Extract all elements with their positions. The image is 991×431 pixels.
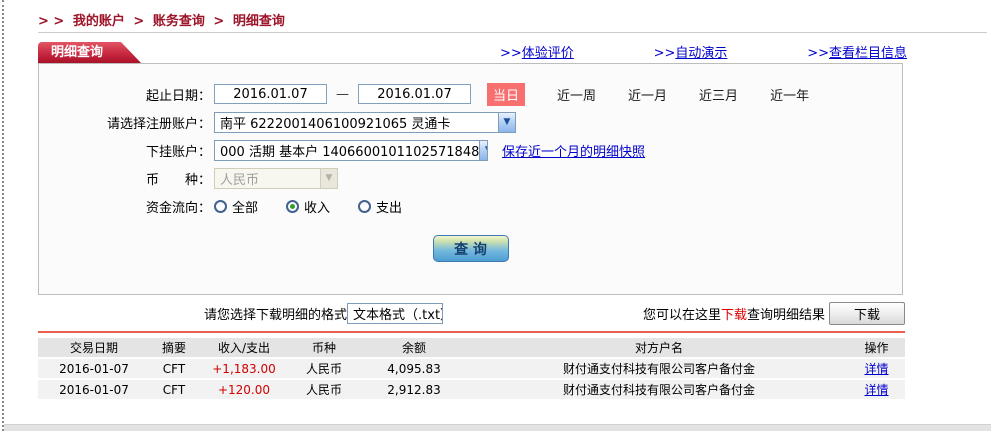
tab-detail-query[interactable]: 明细查询 [38, 42, 142, 64]
header-amount: 收入/支出 [198, 338, 290, 357]
date-to-input[interactable] [358, 84, 471, 104]
table-row: 2016-01-07 CFT +120.00 人民币 2,912.83 财付通支… [38, 380, 905, 399]
quick-range-month-link[interactable]: 近一月 [628, 85, 667, 104]
quick-range-week-link[interactable]: 近一周 [557, 85, 596, 104]
experience-review-link[interactable]: >>体验评价 [500, 42, 574, 61]
currency-select-disabled: 人民币 ▼ [214, 168, 338, 189]
header-action: 操作 [848, 338, 905, 357]
registered-account-value: 南平 6222001406100921065 灵通卡 [220, 113, 450, 132]
header-balance: 余额 [358, 338, 470, 357]
breadcrumb-item-my-account[interactable]: 我的账户 [73, 14, 125, 29]
table-top-separator [38, 331, 905, 333]
cell-amount: +120.00 [198, 380, 290, 399]
fund-flow-label: 资金流向： [39, 197, 214, 216]
chevron-down-icon: ▼ [479, 141, 488, 160]
header-counterparty: 对方户名 [470, 338, 848, 357]
sub-account-row: 下挂账户： 000 活期 基本户 1406600101102571848 ▼ 保… [39, 136, 902, 164]
breadcrumb-item-account-query[interactable]: 账务查询 [153, 14, 205, 29]
link-prefix: >> [500, 46, 522, 61]
download-format-label: 请您选择下载明细的格式 [204, 304, 347, 323]
chevron-down-icon: ▼ [498, 113, 515, 132]
radio-icon [358, 200, 371, 213]
cell-counterparty: 财付通支付科技有限公司客户备付金 [470, 359, 848, 378]
table-header-row: 交易日期 摘要 收入/支出 币种 余额 对方户名 操作 [38, 338, 905, 357]
radio-checked-icon [286, 200, 299, 213]
breadcrumb: > > 我的账户 > 账务查询 > 明细查询 [38, 10, 289, 29]
breadcrumb-separator: > [133, 14, 144, 29]
currency-label: 币 种： [39, 169, 214, 188]
query-button[interactable]: 查 询 [433, 235, 509, 262]
cell-currency: 人民币 [290, 359, 358, 378]
cell-balance: 4,095.83 [358, 359, 470, 378]
cell-balance: 2,912.83 [358, 380, 470, 399]
download-format-select[interactable]: 文本格式（.txt） ▼ [347, 303, 443, 324]
flow-option-all-label: 全部 [232, 197, 258, 216]
cell-amount: +1,183.00 [198, 359, 290, 378]
registered-account-select[interactable]: 南平 6222001406100921065 灵通卡 ▼ [214, 112, 516, 133]
top-links: >>体验评价 >>自动演示 >>查看栏目信息 [500, 42, 907, 61]
download-button[interactable]: 下载 [829, 302, 905, 325]
registered-account-row: 请选择注册账户： 南平 6222001406100921065 灵通卡 ▼ [39, 108, 902, 136]
registered-account-label: 请选择注册账户： [39, 113, 214, 132]
header-date: 交易日期 [38, 338, 150, 357]
view-column-info-link[interactable]: >>查看栏目信息 [807, 42, 907, 61]
radio-icon [214, 200, 227, 213]
detail-link[interactable]: 详情 [864, 362, 888, 376]
flow-option-expense[interactable]: 支出 [358, 197, 402, 216]
download-format-value: 文本格式（.txt） [353, 304, 443, 323]
cell-date: 2016-01-07 [38, 359, 150, 378]
date-range-label: 起止日期： [39, 85, 214, 104]
flow-option-expense-label: 支出 [376, 197, 402, 216]
flow-option-income[interactable]: 收入 [286, 197, 330, 216]
quick-range-year-link[interactable]: 近一年 [770, 85, 809, 104]
download-hint: 您可以在这里下载查询明细结果 [643, 304, 825, 323]
cell-currency: 人民币 [290, 380, 358, 399]
transaction-table: 交易日期 摘要 收入/支出 币种 余额 对方户名 操作 2016-01-07 C… [38, 336, 905, 401]
sub-account-select[interactable]: 000 活期 基本户 1406600101102571848 ▼ [214, 140, 488, 161]
flow-option-income-label: 收入 [304, 197, 330, 216]
fund-flow-row: 资金流向： 全部 收入 支出 [39, 192, 902, 220]
breadcrumb-item-detail-query[interactable]: 明细查询 [233, 14, 285, 29]
quick-range-today-button[interactable]: 当日 [487, 83, 525, 106]
query-form-panel: 起止日期： — 当日 近一周 近一月 近三月 近一年 请选择注册账户： 南平 6… [38, 63, 903, 295]
date-range-dash: — [336, 87, 349, 102]
breadcrumb-divider [38, 32, 987, 33]
breadcrumb-arrows: > > [38, 14, 64, 29]
download-inline-link[interactable]: 下载 [721, 308, 747, 323]
link-prefix: >> [654, 46, 676, 61]
cell-summary: CFT [150, 359, 198, 378]
cell-counterparty: 财付通支付科技有限公司客户备付金 [470, 380, 848, 399]
detail-query-page: > > 我的账户 > 账务查询 > 明细查询 明细查询 >>体验评价 >>自动演… [0, 0, 991, 431]
quick-range-quarter-link[interactable]: 近三月 [699, 85, 738, 104]
header-summary: 摘要 [150, 338, 198, 357]
breadcrumb-separator: > [213, 14, 224, 29]
date-range-row: 起止日期： — 当日 近一周 近一月 近三月 近一年 [39, 80, 902, 108]
cell-summary: CFT [150, 380, 198, 399]
download-hint-group: 您可以在这里下载查询明细结果 下载 [643, 302, 905, 325]
cell-date: 2016-01-07 [38, 380, 150, 399]
currency-value: 人民币 [220, 169, 259, 188]
sub-account-label: 下挂账户： [39, 141, 214, 160]
chevron-down-icon: ▼ [320, 169, 337, 188]
bottom-bar [4, 424, 991, 431]
save-monthly-snapshot-link[interactable]: 保存近一个月的明细快照 [502, 141, 645, 160]
currency-row: 币 种： 人民币 ▼ [39, 164, 902, 192]
sub-account-value: 000 活期 基本户 1406600101102571848 [220, 141, 479, 160]
download-row: 请您选择下载明细的格式 文本格式（.txt） ▼ 您可以在这里下载查询明细结果 … [38, 300, 905, 326]
header-currency: 币种 [290, 338, 358, 357]
link-prefix: >> [807, 46, 829, 61]
detail-link[interactable]: 详情 [864, 383, 888, 397]
table-row: 2016-01-07 CFT +1,183.00 人民币 4,095.83 财付… [38, 359, 905, 378]
left-dashed-border [2, 0, 4, 431]
flow-option-all[interactable]: 全部 [214, 197, 258, 216]
date-from-input[interactable] [214, 84, 327, 104]
auto-demo-link[interactable]: >>自动演示 [654, 42, 728, 61]
